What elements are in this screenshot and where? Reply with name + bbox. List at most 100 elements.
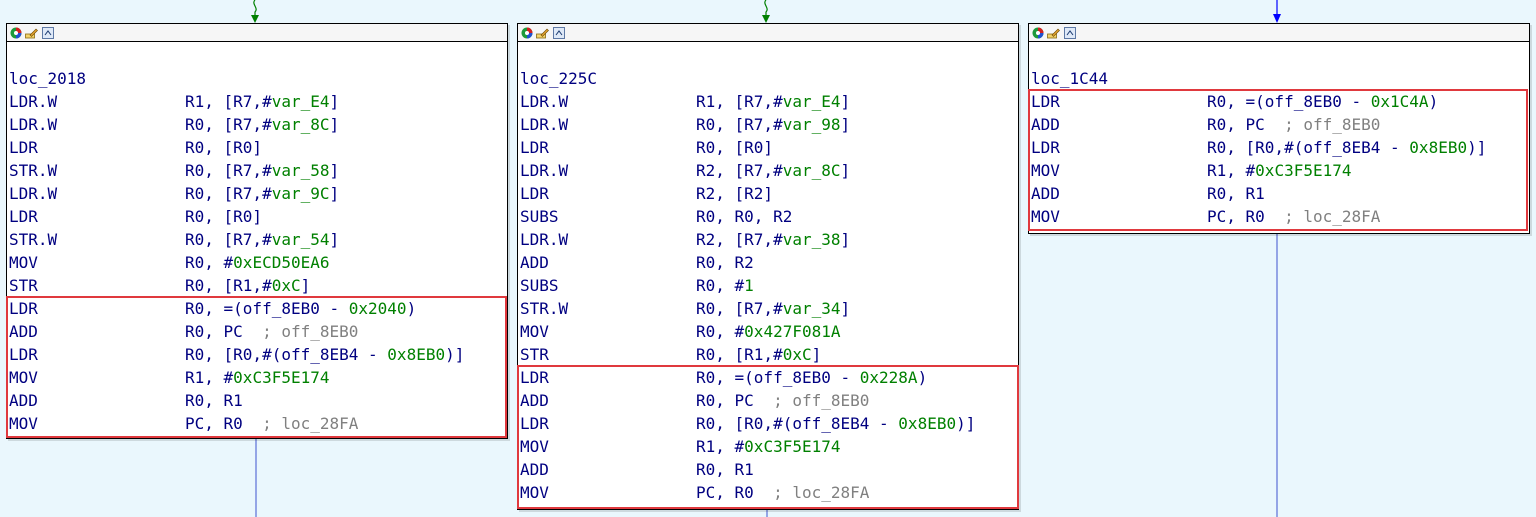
color-palette-icon[interactable] [9, 26, 22, 39]
constant-text: var_8C [271, 115, 330, 134]
instruction-line[interactable]: MOV R0, #0xECD50EA6 [9, 251, 505, 274]
constant-text: var_58 [271, 161, 330, 180]
constant-text: 0xC [271, 276, 301, 295]
instruction-line[interactable]: STR.W R0, [R7,#var_34] [520, 297, 1016, 320]
graph-overview-icon[interactable] [41, 26, 54, 39]
instruction-operands: R0, #1 [696, 274, 754, 297]
instruction-mnemonic: LDR [520, 184, 549, 203]
instruction-line[interactable]: STR.W R0, [R7,#var_54] [9, 228, 505, 251]
instruction-line[interactable]: LDR.W R0, [R7,#var_98] [520, 113, 1016, 136]
instruction-operands: R0, [R7,#var_9C] [185, 182, 339, 205]
instruction-operands: R0, =(off_8EB0 - 0x228A) [696, 366, 927, 389]
instruction-line[interactable]: LDR R0, =(off_8EB0 - 0x228A) [520, 366, 1016, 389]
operand-text: R0, R1 [1207, 184, 1265, 203]
graph-overview-icon[interactable] [1063, 26, 1076, 39]
instruction-line[interactable]: STR.W R0, [R7,#var_58] [9, 159, 505, 182]
instruction-line[interactable]: MOV PC, R0 ; loc_28FA [520, 481, 1016, 504]
constant-text: 0xC3F5E174 [1255, 161, 1352, 180]
instruction-line[interactable]: ADD R0, PC ; off_8EB0 [9, 320, 505, 343]
instruction-line[interactable]: LDR R0, =(off_8EB0 - 0x1C4A) [1031, 90, 1527, 113]
instruction-line[interactable]: LDR R0, [R0] [9, 205, 505, 228]
instruction-line[interactable]: SUBS R0, #1 [520, 274, 1016, 297]
instruction-operands: R0, =(off_8EB0 - 0x1C4A) [1207, 90, 1438, 113]
comment-text: ; off_8EB0 [773, 391, 870, 410]
operand-text: R0, [R0] [185, 138, 263, 157]
instruction-operands: R1, [R7,#var_E4] [696, 90, 850, 113]
constant-text: 0xC3F5E174 [744, 437, 841, 456]
instruction-line[interactable]: LDR.W R1, [R7,#var_E4] [520, 90, 1016, 113]
graph-overview-icon[interactable] [552, 26, 565, 39]
instruction-operands: R0, PC ; off_8EB0 [185, 320, 358, 343]
instruction-line[interactable]: MOV PC, R0 ; loc_28FA [9, 412, 505, 435]
instruction-line[interactable]: ADD R0, PC ; off_8EB0 [520, 389, 1016, 412]
instruction-line[interactable]: STR R0, [R1,#0xC] [520, 343, 1016, 366]
instruction-operands: R0, R1 [696, 458, 754, 481]
instruction-operands: R0, [R7,#var_98] [696, 113, 850, 136]
instruction-mnemonic: MOV [1031, 207, 1060, 226]
code-block-loc_225C[interactable]: loc_225C LDR.W R1, [R7,#var_E4] LDR.W R0, [R… [517, 23, 1019, 510]
instruction-line[interactable]: LDR R0, =(off_8EB0 - 0x2040) [9, 297, 505, 320]
instruction-line[interactable]: LDR R2, [R2] [520, 182, 1016, 205]
instruction-line[interactable]: LDR R0, [R0,#(off_8EB4 - 0x8EB0)] [520, 412, 1016, 435]
instruction-operands: PC, R0 ; loc_28FA [185, 412, 358, 435]
operand-text: R0, # [696, 322, 745, 341]
operand-text: R1, [R7,# [185, 92, 272, 111]
instruction-line[interactable]: LDR.W R2, [R7,#var_8C] [520, 159, 1016, 182]
instruction-mnemonic: SUBS [520, 276, 559, 295]
instruction-operands: R0, #0xECD50EA6 [185, 251, 330, 274]
operand-text: ] [840, 299, 851, 318]
instruction-line[interactable]: ADD R0, R1 [520, 458, 1016, 481]
instruction-operands: R1, #0xC3F5E174 [185, 366, 330, 389]
instruction-line[interactable]: MOV R0, #0x427F081A [520, 320, 1016, 343]
instruction-operands: R0, [R0] [185, 205, 262, 228]
color-palette-icon[interactable] [1031, 26, 1044, 39]
operand-text: R1, [R7,# [696, 92, 783, 111]
instruction-line[interactable]: ADD R0, PC ; off_8EB0 [1031, 113, 1527, 136]
operand-text: ) [917, 368, 928, 387]
instruction-operands: R0, [R7,#var_34] [696, 297, 850, 320]
instruction-line[interactable]: LDR R0, [R0] [9, 136, 505, 159]
instruction-line[interactable]: ADD R0, R1 [1031, 182, 1527, 205]
block-label[interactable]: loc_1C44 [1031, 67, 1108, 90]
instruction-mnemonic: ADD [1031, 115, 1060, 134]
operand-text: R0, [R7,# [185, 115, 272, 134]
block-label[interactable]: loc_2018 [9, 67, 86, 90]
instruction-line[interactable]: LDR.W R2, [R7,#var_38] [520, 228, 1016, 251]
instruction-line[interactable]: LDR.W R1, [R7,#var_E4] [9, 90, 505, 113]
instruction-mnemonic: ADD [9, 322, 38, 341]
instruction-line[interactable]: ADD R0, R1 [9, 389, 505, 412]
instruction-line[interactable]: LDR R0, [R0,#(off_8EB4 - 0x8EB0)] [9, 343, 505, 366]
instruction-line[interactable]: LDR R0, [R0,#(off_8EB4 - 0x8EB0)] [1031, 136, 1527, 159]
operand-text: R0, [R7,# [185, 184, 272, 203]
instruction-operands: R0, PC ; off_8EB0 [696, 389, 869, 412]
instruction-mnemonic: LDR.W [520, 161, 569, 180]
instruction-line[interactable]: STR R0, [R1,#0xC] [9, 274, 505, 297]
block-label[interactable]: loc_225C [520, 67, 597, 90]
instruction-mnemonic: MOV [9, 414, 38, 433]
constant-text: 0x2040 [348, 299, 407, 318]
block-titlebar [1029, 24, 1529, 42]
instruction-line[interactable]: LDR.W R0, [R7,#var_8C] [9, 113, 505, 136]
rename-icon[interactable] [1047, 26, 1060, 39]
instruction-line[interactable]: LDR R0, [R0] [520, 136, 1016, 159]
rename-icon[interactable] [25, 26, 38, 39]
operand-text: R0, R1 [696, 460, 754, 479]
operand-text: ] [329, 161, 340, 180]
color-palette-icon[interactable] [520, 26, 533, 39]
constant-text: 0xC3F5E174 [233, 368, 330, 387]
instruction-line[interactable]: ADD R0, R2 [520, 251, 1016, 274]
instruction-line[interactable]: MOV R1, #0xC3F5E174 [9, 366, 505, 389]
instruction-line[interactable]: LDR.W R0, [R7,#var_9C] [9, 182, 505, 205]
instruction-line[interactable]: MOV R1, #0xC3F5E174 [1031, 159, 1527, 182]
operand-text: ] [840, 115, 851, 134]
constant-text: var_38 [782, 230, 841, 249]
code-block-loc_2018[interactable]: loc_2018 LDR.W R1, [R7,#var_E4] LDR.W R0, [R… [6, 23, 508, 439]
rename-icon[interactable] [536, 26, 549, 39]
operand-text: R0, [R1,# [696, 345, 783, 364]
instruction-line[interactable]: MOV PC, R0 ; loc_28FA [1031, 205, 1527, 228]
operand-text: R0, R2 [696, 253, 754, 272]
code-block-loc_1C44[interactable]: loc_1C44 LDR R0, =(off_8EB0 - 0x1C4A) ADD R0… [1028, 23, 1530, 234]
instruction-line[interactable]: MOV R1, #0xC3F5E174 [520, 435, 1016, 458]
operand-text: )] [445, 345, 465, 364]
instruction-line[interactable]: SUBS R0, R0, R2 [520, 205, 1016, 228]
